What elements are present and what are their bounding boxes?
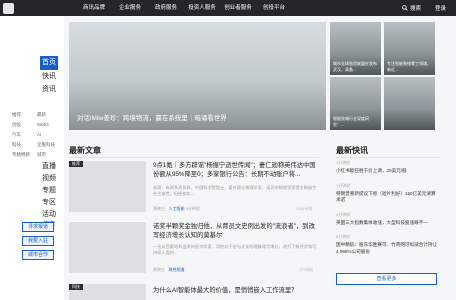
news-time: 4分钟前 [336, 211, 351, 217]
hero-banner[interactable]: 对话iMile姜珍：跨境物流，赢在系统里｜暗涌看世界 [69, 22, 326, 130]
article-time: 9分钟前 [185, 206, 200, 211]
top-navbar: 商讯品牌 企业服务 政府服务 投资人服务 创业者服务 创投平台 搜索 登录 [0, 0, 456, 16]
article-author: 黄晓庄 · [153, 267, 169, 272]
sub-item-latest[interactable]: 最新 [37, 111, 62, 118]
nav-item-brand[interactable]: 商讯品牌 [76, 0, 112, 16]
article-meta: 黄晓庄 · 财经频道 [153, 267, 185, 273]
featured-thumb[interactable]: 专注智能装修零工领域，新近... [384, 22, 435, 75]
hero-caption: 对话iMile姜珍：跨境物流，赢在系统里｜暗涌看世界 [77, 115, 227, 122]
news-time: 1分钟前 [336, 182, 351, 188]
search-icon [402, 5, 408, 11]
nav-item-government[interactable]: 政府服务 [148, 0, 184, 16]
flash-news-list: 1分钟前 小红书能狂胜于价上调，25美元/股 1分钟前 特朗普重新提议下修（短片… [336, 160, 440, 255]
article-meta: 黄晓庄 · 人工智能 9分钟前 [153, 206, 200, 212]
sub-item-ai[interactable]: AI [37, 131, 62, 138]
sub-item-venture[interactable]: 创投 [12, 121, 37, 128]
main-nav: 商讯品牌 企业服务 政府服务 投资人服务 创业者服务 创投平台 [76, 0, 292, 16]
sub-item-auto[interactable]: 汽车 [12, 131, 37, 138]
section-divider [69, 157, 319, 158]
sidebar-item-topics[interactable]: 专题 [40, 185, 58, 197]
sidebar-item-news[interactable]: 资讯 [40, 83, 58, 97]
article-thumbnail[interactable] [69, 222, 146, 273]
article-tag: 科技 [69, 284, 83, 290]
article-thumbnail[interactable]: 推荐 [69, 161, 146, 212]
sidebar-item-zones[interactable]: 专区 [40, 197, 58, 209]
sub-item-city[interactable]: 城市 [37, 151, 62, 158]
news-time: 5分钟前 [336, 234, 351, 239]
article-title[interactable]: 9点1氪｜多方辟谣"杨振宁逝世传闻"；妻仁勋称英伟达中国份额从95%降至0；多家… [153, 162, 318, 179]
news-time: 1分钟前 [336, 160, 351, 165]
nav-item-investor[interactable]: 投资人服务 [184, 0, 220, 16]
top-search-button[interactable]: 搜索 [402, 4, 421, 12]
article-column[interactable]: 人工智能 [169, 206, 185, 211]
news-item[interactable]: 1分钟前 小红书能狂胜于价上调，25美元/股 [336, 160, 440, 175]
search-label: 搜索 [409, 6, 421, 12]
article-column[interactable]: 财经频道 [169, 267, 185, 272]
article-thumbnail[interactable]: 科技 [69, 284, 146, 300]
article-title[interactable]: 为什么AI智能体最大的价值，是悄悄嵌入工作流里？ [153, 287, 318, 296]
featured-thumb[interactable] [384, 77, 435, 130]
sidebar-item-flash[interactable]: 快讯 [40, 70, 58, 84]
news-text[interactable]: 特朗普重新提议下修（短片利好）150亿美元清算承诺 [336, 191, 440, 204]
nav-item-platform[interactable]: 创投平台 [256, 0, 292, 16]
flash-news-title: 最新快讯 [336, 146, 368, 155]
sidebar-secondary-nav: 直播 视频 专题 专区 活动 [40, 161, 58, 221]
left-sidebar: 首页 快讯 资讯 推荐 最新 创投 Web3 汽车 AI 科技 企服科技 专精特… [0, 16, 64, 300]
thumb-caption: 城市全球智造联盟在发布武汉，具备... [333, 61, 377, 72]
featured-thumb[interactable]: 城市全球智造联盟在发布武汉，具备... [330, 22, 381, 75]
sub-item-tech[interactable]: 科技 [12, 141, 37, 148]
news-text[interactable]: 英国三大指数集体收涨，大型科技股涨跌不一 [336, 220, 440, 227]
sidebar-item-home[interactable]: 首页 [40, 56, 58, 70]
article-tag: 推荐 [69, 161, 83, 167]
news-text[interactable]: 国中精航：股东华胜赛可、竹荷网可拟减合计持让4.998%公司股份 [336, 242, 440, 255]
sidebar-main-nav: 首页 快讯 资讯 [40, 56, 58, 97]
sub-item-recommend[interactable]: 推荐 [12, 111, 37, 118]
featured-thumb[interactable]: 智能终端行业深度研究：... [330, 77, 381, 130]
news-item[interactable]: 5分钟前 国中精航：股东华胜赛可、竹荷网可拟减合计持让4.998%公司股份 [336, 234, 440, 255]
sidebar-item-video[interactable]: 视频 [40, 173, 58, 185]
seek-coverage-button[interactable]: 寻求报道 [22, 222, 54, 232]
view-more-button[interactable]: 查看更多 [336, 273, 437, 285]
city-cooperation-button[interactable]: 城市合作 [22, 250, 54, 260]
article-time-right: 1分钟前 [299, 267, 314, 272]
news-item[interactable]: 4分钟前 英国三大指数集体收涨，大型科技股涨跌不一 [336, 212, 440, 227]
thumb-caption: 智能终端行业深度研究：... [333, 116, 369, 127]
article-summary: 一位从西奥地利出发的经济学家，用他对于史与文化的理解改写增长，改写了新经济和可持… [153, 244, 317, 255]
news-text[interactable]: 小红书能狂胜于价上调，25美元/股 [336, 168, 440, 175]
article-title[interactable]: 诺奖半颗奖金独归他，从育员文史例出发的"流浪者"，到改写经济增长认知的莫基尔 [153, 223, 318, 240]
article-time-right: 26分钟前 [296, 206, 313, 211]
article-summary: 宏观：有两条消息称，中国科学院院士、著名理论物理学家，诺贝尔物理学奖得主杨振宁先… [153, 185, 317, 196]
section-divider [336, 157, 440, 158]
article-author: 黄晓庄 · [153, 206, 169, 211]
sidebar-subcategories: 推荐 最新 创投 Web3 汽车 AI 科技 企服科技 专精特新 城市 [12, 111, 62, 158]
sub-item-enterprise-tech[interactable]: 企服科技 [37, 141, 62, 148]
thumb-caption: 专注智能装修零工领域，新近... [387, 61, 431, 72]
top-right-actions: 搜索 登录 [402, 0, 446, 16]
join-button[interactable]: 我要入驻 [22, 236, 54, 246]
login-button[interactable]: 登录 [435, 4, 446, 12]
nav-item-founder[interactable]: 创业者服务 [220, 0, 256, 16]
sub-item-web3[interactable]: Web3 [37, 121, 62, 128]
sidebar-item-live[interactable]: 直播 [40, 161, 58, 173]
news-item[interactable]: 1分钟前 特朗普重新提议下修（短片利好）150亿美元清算承诺 [336, 183, 440, 204]
nav-item-enterprise[interactable]: 企业服务 [112, 0, 148, 16]
sub-item-specialized[interactable]: 专精特新 [12, 151, 37, 158]
latest-articles-title: 最新文章 [69, 146, 101, 155]
site-logo[interactable] [3, 3, 14, 14]
